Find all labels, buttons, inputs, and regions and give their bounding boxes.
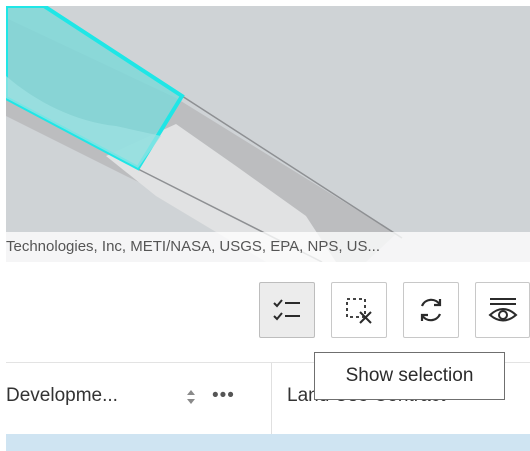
refresh-icon — [420, 298, 442, 322]
map-view[interactable]: Technologies, Inc, METI/NASA, USGS, EPA,… — [6, 6, 530, 262]
show-selection-button[interactable] — [259, 282, 315, 338]
selection-clear-icon — [346, 298, 372, 324]
more-icon[interactable]: ••• — [212, 385, 235, 407]
clear-selection-button[interactable] — [331, 282, 387, 338]
checklist-icon — [273, 299, 300, 321]
toggle-columns-button[interactable] — [475, 282, 530, 338]
map-attribution: Technologies, Inc, METI/NASA, USGS, EPA,… — [6, 232, 530, 262]
refresh-button[interactable] — [403, 282, 459, 338]
table-row-selected[interactable] — [6, 434, 530, 451]
column-header-development[interactable]: Developme... — [6, 385, 118, 407]
map-canvas[interactable] — [6, 6, 530, 262]
column-divider[interactable] — [271, 363, 272, 435]
eye-list-icon — [487, 298, 518, 322]
show-selection-tooltip: Show selection — [314, 352, 505, 400]
sort-icon[interactable] — [186, 389, 196, 405]
